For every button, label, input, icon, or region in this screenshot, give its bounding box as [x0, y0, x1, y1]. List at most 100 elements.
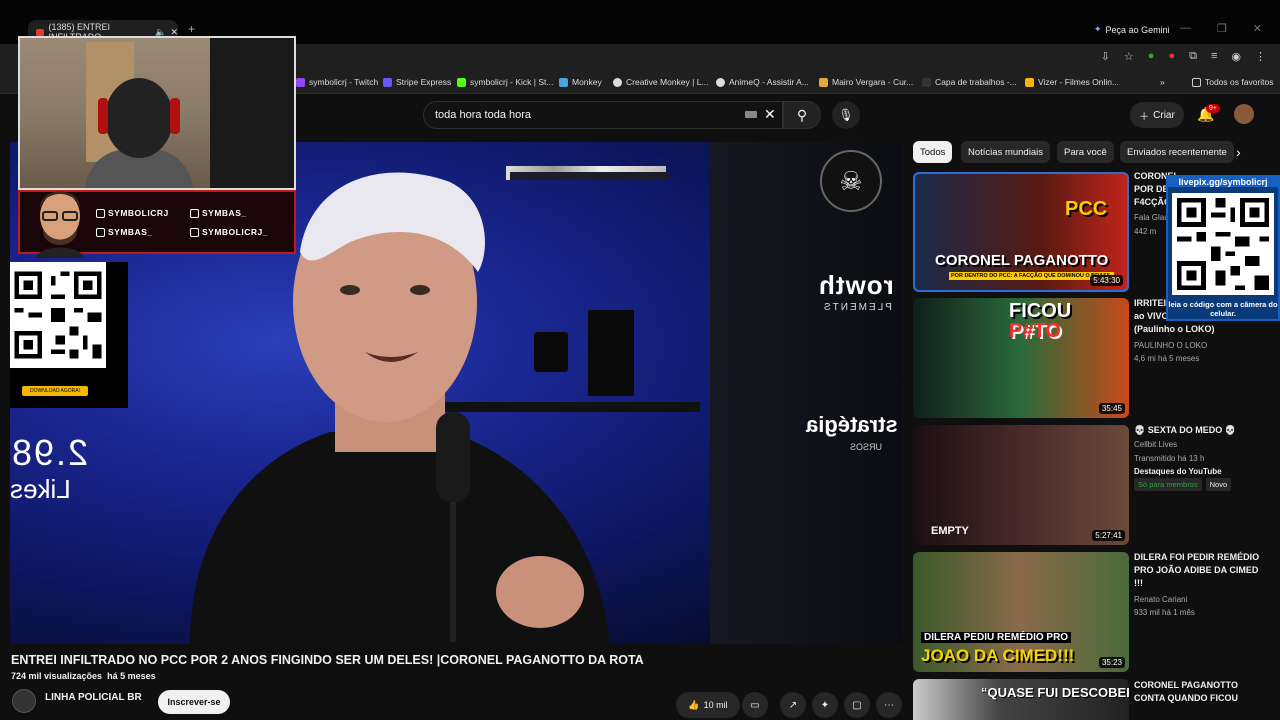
- share-button[interactable]: ↗: [780, 692, 806, 718]
- clear-search-icon[interactable]: ✕: [764, 106, 776, 123]
- sidebar-channel[interactable]: Renato Cariani: [1134, 593, 1274, 606]
- chip-noticias[interactable]: Notícias mundiais: [961, 141, 1050, 163]
- voice-search-button[interactable]: 🎙: [832, 101, 860, 129]
- youtube-favicon-icon: [36, 28, 45, 36]
- globe-icon: [613, 77, 622, 87]
- thumbs-up-icon: 👍: [688, 699, 700, 710]
- channel-name[interactable]: LINHA POLICIAL BR: [45, 692, 142, 703]
- install-icon[interactable]: ⇩: [1101, 50, 1110, 63]
- folder-icon: [1192, 77, 1201, 87]
- livepix-url: livepix.gg/symbolicrj: [1168, 177, 1278, 187]
- like-button[interactable]: 👍 10 mil: [676, 692, 740, 718]
- star-icon[interactable]: ☆: [1124, 50, 1134, 63]
- chip-todos[interactable]: Todos: [913, 141, 953, 163]
- title-line: PRO JOÃO ADIBE DA CIMED: [1134, 565, 1259, 575]
- keyboard-icon[interactable]: [745, 111, 757, 118]
- bookmark-item[interactable]: symbolicrj - Twitch: [296, 77, 378, 87]
- bookmark-icon: ▢: [852, 699, 862, 711]
- view-count: 724 mil visualizações: [11, 671, 103, 681]
- all-bookmarks-label: Todos os favoritos: [1205, 77, 1274, 87]
- extensions-icon[interactable]: ⧉: [1189, 50, 1197, 63]
- social-tiktok: SYMBAS_: [190, 208, 247, 218]
- bookmark-item[interactable]: symbolicrj - Kick | St...: [457, 77, 553, 87]
- bookmarks-overflow[interactable]: »: [1160, 77, 1165, 87]
- chip-para-voce[interactable]: Para você: [1057, 141, 1114, 163]
- toolbar-icons: ⇩ ☆ ● ● ⧉ ≡ ◉ ⋮: [1101, 50, 1266, 63]
- bookmark-item[interactable]: Stripe Express: [383, 77, 451, 87]
- channel-avatar[interactable]: [12, 689, 36, 713]
- social-handle: SYMBAS_: [108, 227, 153, 237]
- likes-plaque-number: 2.98: [10, 432, 89, 473]
- profile-icon[interactable]: ◉: [1231, 50, 1241, 63]
- save-button[interactable]: ▢: [844, 692, 870, 718]
- search-button[interactable]: ⚲: [783, 101, 821, 129]
- bookmark-item[interactable]: Mairo Vergara - Cur...: [819, 77, 913, 87]
- sidebar-channel[interactable]: PAULINHO O LOKO: [1134, 339, 1274, 352]
- minimize-icon[interactable]: —: [1180, 22, 1191, 35]
- bookmark-item[interactable]: Capa de trabalhos -...: [922, 77, 1017, 87]
- close-window-icon[interactable]: ✕: [1253, 22, 1262, 35]
- title-line: CONTA QUANDO FICOU: [1134, 693, 1238, 703]
- title-line: 💀 SEXTA DO MEDO 💀: [1134, 425, 1236, 435]
- dislike-button[interactable]: ▭: [742, 692, 768, 718]
- maximize-icon[interactable]: ❐: [1217, 22, 1227, 35]
- wall-sign-sub: PLEMENTS: [822, 302, 892, 313]
- search-input[interactable]: toda hora toda hora: [423, 101, 783, 129]
- sidebar-title[interactable]: 💀 SEXTA DO MEDO 💀: [1134, 424, 1274, 437]
- chip-recentes[interactable]: Enviados recentemente: [1120, 141, 1234, 163]
- clip-button[interactable]: ✦: [812, 692, 838, 718]
- members-badge: Só para membros: [1134, 478, 1202, 491]
- new-badge: Novo: [1205, 478, 1232, 491]
- sidebar-thumb[interactable]: DILERA PEDIU REMÉDIO PRO JOAO DA CIMED!!…: [913, 552, 1129, 672]
- social-handle: SYMBOLICRJ_: [202, 227, 268, 237]
- menu-icon[interactable]: ⋮: [1255, 50, 1266, 63]
- thumb-caption: “QUASE FUI DESCOBERTO: [981, 685, 1129, 700]
- globe-icon: [716, 77, 725, 87]
- bookmark-item[interactable]: AnimeQ - Assistir A...: [716, 77, 809, 87]
- title-line: (Paulinho o LOKO): [1134, 324, 1215, 334]
- social-handle: SYMBOLICRJ: [108, 208, 169, 218]
- sidebar-channel[interactable]: Cellbit Lives: [1134, 438, 1274, 451]
- sidebar-thumb[interactable]: EMPTY 5:27:41: [913, 425, 1129, 545]
- all-bookmarks[interactable]: Todos os favoritos: [1192, 77, 1274, 87]
- title-line: DILERA FOI PEDIR REMÉDIO: [1134, 552, 1260, 562]
- gemini-label: Peça ao Gemini: [1105, 24, 1170, 35]
- sidebar-title[interactable]: CORONEL PAGANOTTO CONTA QUANDO FICOU: [1134, 679, 1274, 705]
- duration-badge: 35:23: [1098, 657, 1125, 668]
- bookmark-label: Vizer - Filmes Onlin...: [1038, 77, 1120, 87]
- sidebar-thumb[interactable]: PCC CORONEL PAGANOTTO POR DENTRO DO PCC:…: [913, 172, 1129, 292]
- extension-red-icon[interactable]: ●: [1168, 50, 1175, 63]
- create-label: Criar: [1153, 109, 1175, 121]
- more-actions-button[interactable]: ⋯: [876, 692, 902, 718]
- media-icon[interactable]: ≡: [1211, 50, 1217, 63]
- sidebar-title[interactable]: DILERA FOI PEDIR REMÉDIO PRO JOÃO ADIBE …: [1134, 551, 1274, 590]
- instagram-icon: [190, 227, 199, 237]
- monkey-icon: [559, 77, 568, 87]
- bookmark-item[interactable]: Vizer - Filmes Onlin...: [1025, 77, 1119, 87]
- search-icon: ⚲: [796, 106, 808, 123]
- thumb-sub: P#TO: [1009, 320, 1061, 342]
- new-tab-button[interactable]: +: [188, 22, 195, 36]
- document-icon: [922, 77, 931, 87]
- account-avatar[interactable]: [1234, 104, 1254, 124]
- sidebar-thumb[interactable]: “QUASE FUI DESCOBERTO: [913, 679, 1129, 720]
- subscribe-button[interactable]: Inscrever-se: [158, 690, 230, 714]
- create-button[interactable]: ＋ Criar: [1130, 102, 1184, 128]
- qr-caption: leia o código com a câmera do celular.: [1168, 300, 1278, 318]
- studio-wall: [710, 142, 902, 644]
- bookmark-item[interactable]: Creative Monkey | L...: [613, 77, 709, 87]
- thumb-badge: PCC: [1065, 198, 1108, 220]
- youtube-icon: [96, 227, 105, 237]
- webcam-overlay: [18, 36, 296, 190]
- social-handle: SYMBAS_: [202, 208, 247, 218]
- twitch-icon: [296, 77, 305, 87]
- chevron-right-icon[interactable]: ›: [1236, 144, 1241, 160]
- sidebar-badges: Só para membros Novo: [1134, 478, 1232, 491]
- bookmark-item[interactable]: Monkey: [559, 77, 602, 87]
- gemini-button[interactable]: ✦ Peça ao Gemini: [1094, 24, 1170, 35]
- extension-green-icon[interactable]: ●: [1148, 50, 1155, 63]
- sidebar-thumb[interactable]: FICOU P#TO 35:45: [913, 298, 1129, 418]
- sidebar-extra: Destaques do YouTube: [1134, 467, 1222, 476]
- thumb-sub: JOAO DA CIMED!!!: [921, 646, 1075, 665]
- title-line: !!!: [1134, 578, 1143, 588]
